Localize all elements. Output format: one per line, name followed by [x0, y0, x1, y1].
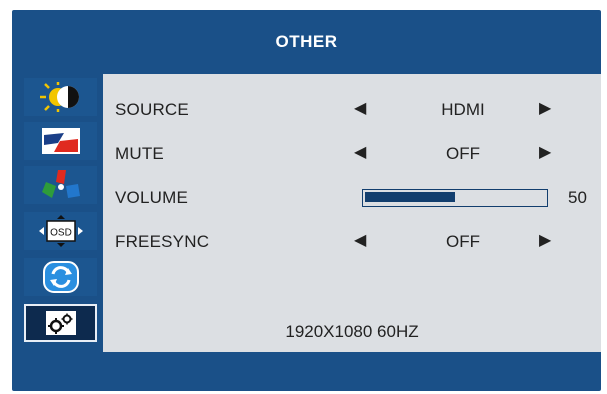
sidebar: OSD [17, 74, 103, 352]
volume-label: VOLUME [115, 188, 188, 207]
svg-text:OSD: OSD [50, 228, 72, 239]
sidebar-item-osd[interactable]: OSD [24, 212, 97, 250]
sidebar-item-other[interactable] [24, 304, 97, 342]
mute-right-arrow-icon[interactable]: ▶ [539, 142, 551, 162]
sidebar-item-reset[interactable] [24, 258, 97, 296]
title-bar: OTHER [12, 10, 601, 74]
freesync-row[interactable]: FREESYNC ◀ OFF ▶ [103, 228, 601, 254]
menu-title: OTHER [275, 32, 338, 51]
sidebar-item-color[interactable] [24, 166, 97, 204]
freesync-left-arrow-icon[interactable]: ◀ [354, 230, 366, 250]
source-left-arrow-icon[interactable]: ◀ [354, 98, 366, 118]
sidebar-item-brightness[interactable] [24, 78, 97, 116]
mute-left-arrow-icon[interactable]: ◀ [354, 142, 366, 162]
freesync-label: FREESYNC [115, 232, 210, 251]
volume-value: 50 [568, 188, 587, 207]
mute-value: OFF [446, 144, 480, 163]
image-color-icon [41, 128, 80, 154]
osd-menu: OTHER OSD SOURCE ◀ HDMI ▶ MUTE ◀ OFF ▶ V… [12, 10, 601, 391]
footer-bar [12, 352, 601, 391]
settings-panel: SOURCE ◀ HDMI ▶ MUTE ◀ OFF ▶ VOLUME 50 F… [103, 74, 601, 352]
volume-row[interactable]: VOLUME 50 [103, 184, 601, 210]
volume-slider-fill [365, 192, 455, 202]
source-right-arrow-icon[interactable]: ▶ [539, 98, 551, 118]
source-row[interactable]: SOURCE ◀ HDMI ▶ [103, 96, 601, 122]
reset-icon [42, 261, 79, 293]
mute-row[interactable]: MUTE ◀ OFF ▶ [103, 140, 601, 166]
color-rgb-icon [41, 170, 80, 198]
brightness-contrast-icon [39, 82, 79, 112]
source-value: HDMI [441, 100, 485, 119]
source-label: SOURCE [115, 100, 189, 119]
other-settings-icon [45, 311, 76, 335]
mute-label: MUTE [115, 144, 164, 163]
sidebar-item-image[interactable] [24, 122, 97, 160]
freesync-right-arrow-icon[interactable]: ▶ [539, 230, 551, 250]
volume-slider[interactable] [362, 189, 548, 207]
resolution-status: 1920X1080 60HZ [285, 322, 419, 341]
osd-settings-icon: OSD [38, 215, 83, 247]
freesync-value: OFF [446, 232, 480, 251]
